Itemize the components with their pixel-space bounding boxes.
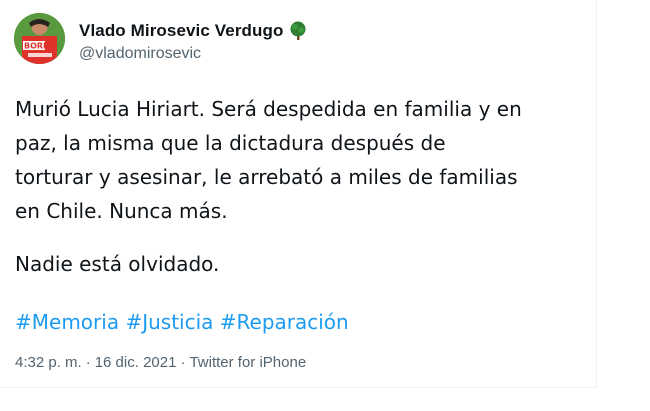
hashtag-justicia[interactable]: #Justicia bbox=[125, 310, 213, 334]
avatar-text: BORIC bbox=[24, 42, 52, 51]
tweet-meta: 4:32 p. m. · 16 dic. 2021 · Twitter for … bbox=[15, 354, 306, 371]
author-handle[interactable]: @vladomirosevic bbox=[79, 45, 201, 63]
meta-separator: · bbox=[85, 354, 91, 371]
avatar[interactable]: BORIC bbox=[14, 13, 65, 64]
tree-icon bbox=[289, 21, 307, 41]
author-name-row: Vlado Mirosevic Verdugo bbox=[79, 20, 307, 42]
tweet-date[interactable]: 16 dic. 2021 bbox=[95, 354, 177, 371]
tweet-card: BORIC Vlado Mirosevic Verdugo @vladomiro… bbox=[0, 0, 597, 388]
hashtag-list: #Memoria #Justicia #Reparación bbox=[15, 305, 349, 339]
meta-separator: · bbox=[180, 354, 186, 371]
author-display-name[interactable]: Vlado Mirosevic Verdugo bbox=[79, 21, 283, 41]
tweet-paragraph-2: Nadie está olvidado. bbox=[15, 252, 220, 276]
tweet-time[interactable]: 4:32 p. m. bbox=[15, 354, 82, 371]
hashtag-memoria[interactable]: #Memoria bbox=[15, 310, 119, 334]
tweet-paragraph: Murió Lucia Hiriart. Será despedida en f… bbox=[15, 97, 522, 223]
tweet-text: Murió Lucia Hiriart. Será despedida en f… bbox=[15, 92, 585, 228]
tweet-source[interactable]: Twitter for iPhone bbox=[189, 354, 306, 371]
avatar-image: BORIC bbox=[14, 13, 65, 64]
hashtag-reparacion[interactable]: #Reparación bbox=[220, 310, 349, 334]
